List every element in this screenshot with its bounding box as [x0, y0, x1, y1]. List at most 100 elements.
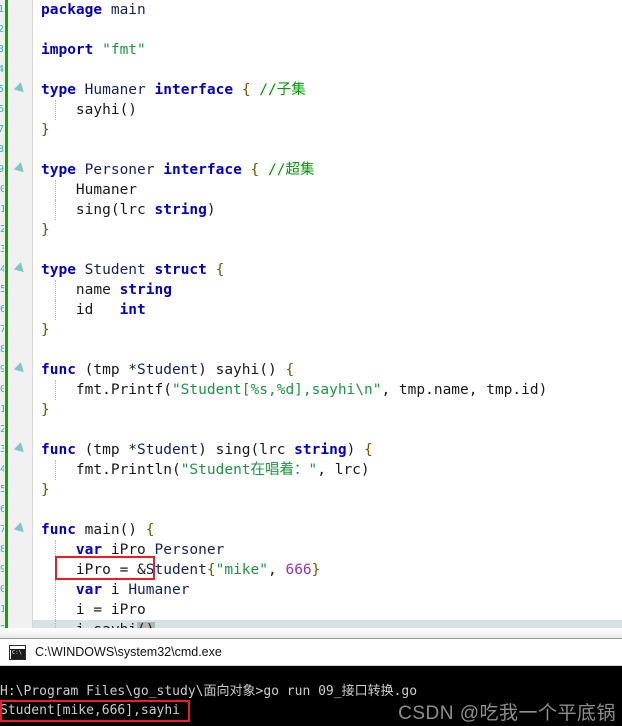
code-line[interactable]: iPro = &Student{"mike", 666} [33, 560, 622, 580]
code-line[interactable] [33, 20, 622, 40]
code-token: ) [206, 202, 216, 218]
line-number: 24 [0, 464, 4, 475]
code-line[interactable]: i = iPro [33, 600, 622, 620]
indent-guide [55, 180, 56, 200]
csdn-watermark: CSDN @吃我一个平底锅 [398, 703, 616, 724]
code-editor[interactable]: 1234567891011121314151617181920212223242… [0, 0, 622, 638]
line-number: 26 [0, 504, 4, 515]
code-line[interactable]: id int [33, 300, 622, 320]
indent-guide [55, 100, 56, 120]
line-number: 10 [0, 184, 4, 195]
indent-guide [55, 280, 56, 300]
code-line[interactable]: func (tmp *Student) sing(lrc string) { [13, 440, 622, 460]
code-token: } [41, 322, 50, 338]
line-number: 29 [0, 564, 4, 575]
terminal-output[interactable]: H:\Program Files\go_study\面向对象>go run 09… [0, 666, 622, 726]
code-line[interactable] [33, 500, 622, 520]
line-number: 13 [0, 244, 4, 255]
terminal-window[interactable]: C:\WINDOWS\system32\cmd.exe H:\Program F… [0, 638, 622, 726]
code-line[interactable]: import "fmt" [33, 40, 622, 60]
line-number: 27 [0, 524, 4, 535]
code-token: fmt.Println( [41, 462, 181, 478]
vcs-change-bar [5, 0, 8, 638]
code-line[interactable]: name string [33, 280, 622, 300]
code-line[interactable] [33, 240, 622, 260]
line-number: 15 [0, 284, 4, 295]
code-token: Personer [154, 542, 225, 558]
cmd-icon [9, 644, 26, 660]
code-token: package [41, 2, 111, 18]
code-token: type [41, 162, 85, 178]
code-lines[interactable]: package main import "fmt" type Humaner i… [13, 0, 622, 638]
code-token: } [311, 562, 321, 578]
code-token: } [41, 222, 50, 238]
code-line[interactable]: } [33, 320, 622, 340]
code-token: i [102, 582, 129, 598]
code-token: main [110, 2, 146, 18]
code-token: Student [137, 362, 199, 378]
code-token: var [75, 582, 103, 598]
indent-guide [55, 540, 56, 560]
code-line[interactable]: sayhi() [33, 100, 622, 120]
code-line[interactable]: } [33, 400, 622, 420]
code-token: "Student在唱着：" [180, 462, 318, 478]
code-line[interactable]: } [33, 480, 622, 500]
line-number: 28 [0, 544, 4, 555]
code-token: , tmp.name, tmp.id) [381, 382, 548, 398]
code-line[interactable] [33, 140, 622, 160]
code-token: string [294, 442, 347, 458]
line-number: 6 [0, 104, 4, 115]
terminal-top-spacer [0, 666, 622, 682]
line-number: 16 [0, 304, 4, 315]
code-line[interactable]: type Humaner interface { //子集 [13, 80, 622, 100]
code-token: "Student[%s,%d],sayhi\n" [171, 382, 382, 398]
code-line[interactable]: sing(lrc string) [33, 200, 622, 220]
code-line[interactable] [33, 340, 622, 360]
code-line[interactable]: var i Humaner [33, 580, 622, 600]
code-token: } [41, 482, 50, 498]
code-token: } [41, 402, 50, 418]
line-number: 22 [0, 424, 4, 435]
terminal-title-bar[interactable]: C:\WINDOWS\system32\cmd.exe [0, 639, 622, 666]
code-token: Humaner [84, 82, 155, 98]
line-number: 20 [0, 384, 4, 395]
code-token: } [41, 122, 50, 138]
code-token: struct [154, 262, 207, 278]
code-line[interactable]: } [33, 220, 622, 240]
code-token: func [41, 442, 76, 458]
code-line[interactable] [33, 60, 622, 80]
indent-guide [55, 560, 56, 580]
code-token: string [154, 202, 207, 218]
code-line[interactable]: type Student struct { [13, 260, 622, 280]
code-line[interactable]: var iPro Personer [33, 540, 622, 560]
code-line[interactable]: } [33, 120, 622, 140]
code-line[interactable]: fmt.Println("Student在唱着：", lrc) [33, 460, 622, 480]
code-line[interactable] [33, 420, 622, 440]
code-token: fmt.Printf( [41, 382, 172, 398]
code-token: { [364, 442, 373, 458]
code-line[interactable]: fmt.Printf("Student[%s,%d],sayhi\n", tmp… [33, 380, 622, 400]
line-number: 18 [0, 344, 4, 355]
code-line[interactable]: func (tmp *Student) sayhi() { [13, 360, 622, 380]
code-token: "mike" [215, 562, 268, 578]
code-line[interactable]: func main() { [13, 520, 622, 540]
screenshot-root: 1234567891011121314151617181920212223242… [0, 0, 622, 726]
line-number: 14 [0, 264, 4, 275]
line-number: 9 [0, 164, 4, 175]
code-token: Humaner [128, 582, 190, 598]
code-token: , lrc) [317, 462, 370, 478]
code-token: { [145, 522, 155, 538]
code-line[interactable]: Humaner [33, 180, 622, 200]
code-token: name [41, 282, 120, 298]
indent-guide [55, 200, 56, 220]
code-line[interactable]: type Personer interface { //超集 [13, 160, 622, 180]
code-token: iPro [102, 542, 155, 558]
code-token: { [285, 362, 295, 378]
editor-gutter[interactable]: 1234567891011121314151617181920212223242… [0, 0, 33, 638]
line-number: 21 [0, 404, 4, 415]
code-token: "fmt" [102, 42, 146, 58]
code-token: main() [75, 522, 146, 538]
code-line[interactable]: package main [33, 0, 622, 20]
